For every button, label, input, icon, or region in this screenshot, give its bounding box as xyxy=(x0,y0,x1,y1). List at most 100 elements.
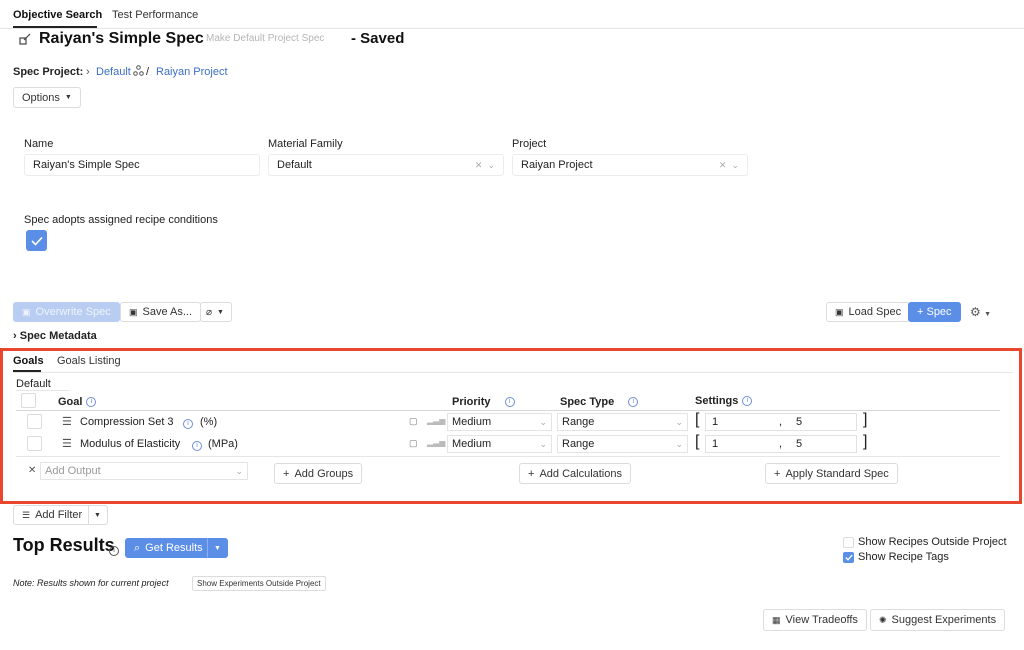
show-outside-label: Show Recipes Outside Project xyxy=(858,536,1007,548)
priority-value: Medium xyxy=(452,416,492,428)
priority-select[interactable]: Medium ⌄ xyxy=(447,435,552,453)
spec-type-value: Range xyxy=(562,438,595,450)
breadcrumb-default[interactable]: Default xyxy=(96,66,131,78)
check-icon xyxy=(844,554,853,561)
filter-icon: ☰ xyxy=(22,509,31,520)
adopt-conditions-checkbox[interactable] xyxy=(26,230,47,251)
signal-bars-icon[interactable]: ▂▃▅ xyxy=(427,416,445,425)
chevron-down-icon: ⌄ xyxy=(675,416,683,427)
hierarchy-icon xyxy=(133,65,144,76)
clear-and-chevron-icon[interactable]: ✕ ⌄ xyxy=(719,160,739,171)
project-value: Raiyan Project xyxy=(521,159,593,171)
info-icon[interactable]: i xyxy=(504,397,515,407)
results-note: Note: Results shown for current project xyxy=(13,578,169,588)
save-as-button[interactable]: ▣ Save As... xyxy=(120,302,202,322)
link-menu-button[interactable]: ⌀ ▼ xyxy=(200,302,232,322)
add-output-select[interactable]: Add Output ⌄ xyxy=(40,462,248,480)
tab-goals[interactable]: Goals xyxy=(13,355,44,367)
adopt-conditions-label: Spec adopts assigned recipe conditions xyxy=(24,214,218,226)
apply-standard-spec-button[interactable]: + Apply Standard Spec xyxy=(765,463,898,484)
add-spec-button[interactable]: + Spec xyxy=(908,302,961,322)
add-spec-label: + Spec xyxy=(917,306,952,318)
tab-test-performance[interactable]: Test Performance xyxy=(112,9,198,21)
goal-name: Compression Set 3 xyxy=(80,416,174,428)
options-label: Options xyxy=(22,91,60,104)
range-max-value[interactable]: 5 xyxy=(796,438,802,450)
open-bracket: [ xyxy=(695,411,700,428)
options-button[interactable]: Options ▼ xyxy=(13,87,81,108)
row-checkbox[interactable] xyxy=(27,436,42,451)
info-icon[interactable]: i xyxy=(628,397,639,407)
goal-name: Modulus of Elasticity xyxy=(80,438,181,450)
project-label: Project xyxy=(512,138,547,150)
note-icon[interactable]: ▢ xyxy=(409,438,418,449)
info-icon[interactable]: i xyxy=(192,441,202,451)
get-results-dropdown[interactable]: ▼ xyxy=(207,538,228,558)
drag-handle-icon[interactable]: ☰ xyxy=(62,415,72,428)
spec-type-column-header: Spec Type i xyxy=(560,396,639,408)
info-icon[interactable]: i xyxy=(109,546,119,556)
plus-icon: + xyxy=(283,467,290,480)
name-field[interactable]: Raiyan's Simple Spec xyxy=(24,154,260,176)
info-icon[interactable]: i xyxy=(742,396,753,406)
edit-icon[interactable] xyxy=(18,32,32,46)
top-results-title: Top Results xyxy=(13,535,115,555)
select-all-checkbox[interactable] xyxy=(21,393,36,408)
apply-standard-spec-label: Apply Standard Spec xyxy=(785,467,889,480)
close-bracket: ] xyxy=(863,433,868,450)
signal-bars-icon[interactable]: ▂▃▅ xyxy=(427,438,445,447)
settings-gear-icon[interactable]: ⚙ ▼ xyxy=(970,305,991,319)
get-results-button[interactable]: ⌕ Get Results xyxy=(125,538,212,558)
tabs-divider xyxy=(0,28,1024,29)
breadcrumb-project[interactable]: Raiyan Project xyxy=(156,66,228,78)
comma-separator: , xyxy=(779,438,783,450)
tab-objective-search[interactable]: Objective Search xyxy=(13,9,102,21)
search-icon: ⌕ xyxy=(134,541,141,554)
spec-type-select[interactable]: Range ⌄ xyxy=(557,435,688,453)
spec-metadata-toggle[interactable]: › Spec Metadata xyxy=(13,330,97,342)
page-title: Raiyan's Simple Spec xyxy=(39,30,204,47)
material-family-select[interactable]: Default ✕ ⌄ xyxy=(268,154,504,176)
settings-header-label: Settings xyxy=(695,395,739,407)
spec-type-select[interactable]: Range ⌄ xyxy=(557,413,688,431)
row-checkbox[interactable] xyxy=(27,414,42,429)
drag-handle-icon[interactable]: ☰ xyxy=(62,437,72,450)
plus-icon: + xyxy=(528,467,535,480)
chevron-right-icon: › xyxy=(13,330,17,342)
range-min-value: 1 xyxy=(712,416,719,428)
tab-goals-listing[interactable]: Goals Listing xyxy=(57,355,121,367)
priority-value: Medium xyxy=(452,438,492,450)
goal-info: i xyxy=(192,438,202,451)
note-icon[interactable]: ▢ xyxy=(409,416,418,427)
comma-separator: , xyxy=(779,416,783,428)
clear-and-chevron-icon[interactable]: ✕ ⌄ xyxy=(475,160,495,171)
table-header-divider xyxy=(16,410,1000,411)
add-groups-button[interactable]: + Add Groups xyxy=(274,463,363,484)
info-icon[interactable]: i xyxy=(183,419,193,429)
view-tradeoffs-button[interactable]: ▦ View Tradeoffs xyxy=(763,609,867,631)
priority-select[interactable]: Medium ⌄ xyxy=(447,413,552,431)
make-default-link[interactable]: Make Default Project Spec xyxy=(206,33,324,44)
overwrite-spec-button[interactable]: ▣ Overwrite Spec xyxy=(13,302,120,322)
name-value: Raiyan's Simple Spec xyxy=(33,159,140,171)
show-experiments-button[interactable]: Show Experiments Outside Project xyxy=(192,576,326,591)
caret-down-icon: ▼ xyxy=(217,308,224,316)
show-outside-checkbox[interactable] xyxy=(843,537,854,548)
show-tags-checkbox[interactable] xyxy=(843,552,854,563)
range-max-value[interactable]: 5 xyxy=(796,416,802,428)
close-icon[interactable]: ✕ xyxy=(28,465,36,476)
caret-down-icon: ▼ xyxy=(64,94,72,101)
range-min-value: 1 xyxy=(712,438,719,450)
save-icon: ▣ xyxy=(129,306,138,317)
table-row: ☰ Modulus of Elasticity i (MPa) ▢ ▂▃▅ Me… xyxy=(16,433,1000,454)
add-calculations-button[interactable]: + Add Calculations xyxy=(519,463,631,484)
load-spec-button[interactable]: ▣ Load Spec xyxy=(826,302,911,322)
suggest-experiments-button[interactable]: ✺ Suggest Experiments xyxy=(870,609,1006,631)
add-filter-dropdown[interactable]: ▼ xyxy=(88,505,108,525)
info-icon[interactable]: i xyxy=(86,397,97,407)
chevron-down-icon: ⌄ xyxy=(539,438,547,449)
caret-down-icon: ▼ xyxy=(94,511,101,519)
project-select[interactable]: Raiyan Project ✕ ⌄ xyxy=(512,154,748,176)
add-filter-button[interactable]: ☰ Add Filter xyxy=(13,505,92,525)
chevron-down-icon: ⌄ xyxy=(539,416,547,427)
